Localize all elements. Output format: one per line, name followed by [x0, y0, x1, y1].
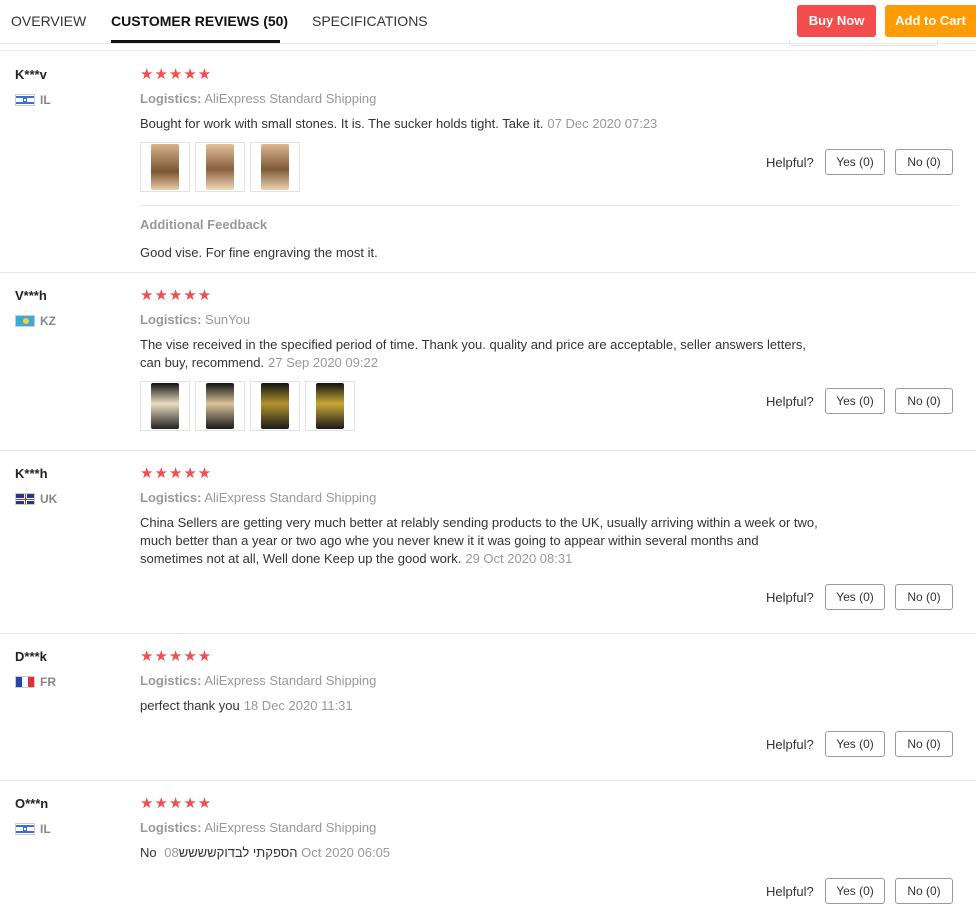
helpful-no-button[interactable]: No (0) — [895, 584, 953, 610]
helpful-yes-button[interactable]: Yes (0) — [825, 149, 885, 175]
additional-feedback-title: Additional Feedback — [140, 217, 268, 232]
reviewer-name: K***h — [15, 466, 48, 481]
helpful-label: Helpful? — [766, 394, 814, 409]
sort-dropdown-edge[interactable] — [789, 40, 938, 46]
review-date: 07 Dec 2020 07:23 — [547, 116, 658, 131]
rating-stars: ★★★★★ — [140, 795, 213, 812]
review-text: The vise received in the specified perio… — [140, 337, 806, 370]
review-photo[interactable] — [250, 381, 300, 431]
review-text: No הספקתי לבדוקשששש08 Oct 2020 06:05 — [140, 845, 391, 860]
rating-stars: ★★★★★ — [140, 465, 213, 482]
logistics-info: Logistics: SunYou — [140, 312, 251, 327]
divider — [0, 50, 976, 51]
additional-feedback-text: Good vise. For fine engraving the most i… — [140, 245, 378, 260]
divider — [0, 780, 976, 781]
israel-flag-icon — [15, 823, 35, 835]
reviewer-country: IL — [15, 93, 51, 107]
helpful-no-button[interactable]: No (0) — [895, 388, 953, 414]
reviewer-name: V***h — [15, 288, 47, 303]
helpful-no-button[interactable]: No (0) — [895, 731, 953, 757]
israel-flag-icon — [15, 94, 35, 106]
helpful-label: Helpful? — [766, 155, 814, 170]
review-photo[interactable] — [195, 142, 245, 192]
reviewer-country: KZ — [15, 314, 56, 328]
active-tab-indicator — [111, 40, 280, 43]
review-text: Bought for work with small stones. It is… — [140, 116, 658, 131]
helpful-label: Helpful? — [766, 884, 814, 899]
add-to-cart-button[interactable]: Add to Cart — [885, 5, 976, 37]
review-photo[interactable] — [140, 381, 190, 431]
reviewer-name: D***k — [15, 649, 47, 664]
helpful-no-button[interactable]: No (0) — [895, 878, 953, 904]
rating-stars: ★★★★★ — [140, 66, 213, 83]
product-tabs-bar: OVERVIEW CUSTOMER REVIEWS (50) SPECIFICA… — [0, 0, 976, 44]
review-date: 29 Oct 2020 08:31 — [465, 551, 573, 566]
review-date: 27 Sep 2020 09:22 — [268, 355, 378, 370]
tab-overview[interactable]: OVERVIEW — [11, 13, 86, 29]
review-photos — [140, 142, 300, 192]
helpful-yes-button[interactable]: Yes (0) — [825, 878, 885, 904]
logistics-info: Logistics: AliExpress Standard Shipping — [140, 673, 377, 688]
divider — [140, 205, 958, 206]
divider — [0, 450, 976, 451]
review-date: 18 Dec 2020 11:31 — [243, 698, 353, 713]
helpful-yes-button[interactable]: Yes (0) — [825, 388, 885, 414]
helpful-no-button[interactable]: No (0) — [895, 149, 953, 175]
france-flag-icon — [15, 676, 35, 688]
rating-stars: ★★★★★ — [140, 287, 213, 304]
logistics-info: Logistics: AliExpress Standard Shipping — [140, 490, 377, 505]
review-photo[interactable] — [305, 381, 355, 431]
buy-now-button[interactable]: Buy Now — [797, 5, 876, 37]
review-photo[interactable] — [195, 381, 245, 431]
reviewer-name: O***n — [15, 796, 49, 811]
helpful-yes-button[interactable]: Yes (0) — [825, 584, 885, 610]
reviewer-country: UK — [15, 492, 57, 506]
uk-flag-icon — [15, 493, 35, 505]
review-text: China Sellers are getting very much bett… — [140, 515, 818, 566]
reviewer-country: FR — [15, 675, 56, 689]
logistics-info: Logistics: AliExpress Standard Shipping — [140, 91, 377, 106]
tab-specifications[interactable]: SPECIFICATIONS — [312, 13, 428, 29]
review-photo[interactable] — [140, 142, 190, 192]
rating-stars: ★★★★★ — [140, 648, 213, 665]
helpful-label: Helpful? — [766, 737, 814, 752]
reviewer-name: K***v — [15, 67, 47, 82]
kazakhstan-flag-icon — [15, 315, 35, 327]
tab-customer-reviews[interactable]: CUSTOMER REVIEWS (50) — [111, 13, 288, 29]
reviewer-country: IL — [15, 822, 51, 836]
helpful-yes-button[interactable]: Yes (0) — [825, 731, 885, 757]
helpful-label: Helpful? — [766, 590, 814, 605]
divider — [0, 272, 976, 273]
review-photo[interactable] — [250, 142, 300, 192]
divider — [0, 633, 976, 634]
logistics-info: Logistics: AliExpress Standard Shipping — [140, 820, 377, 835]
review-photos — [140, 381, 355, 431]
review-text: perfect thank you 18 Dec 2020 11:31 — [140, 698, 353, 713]
